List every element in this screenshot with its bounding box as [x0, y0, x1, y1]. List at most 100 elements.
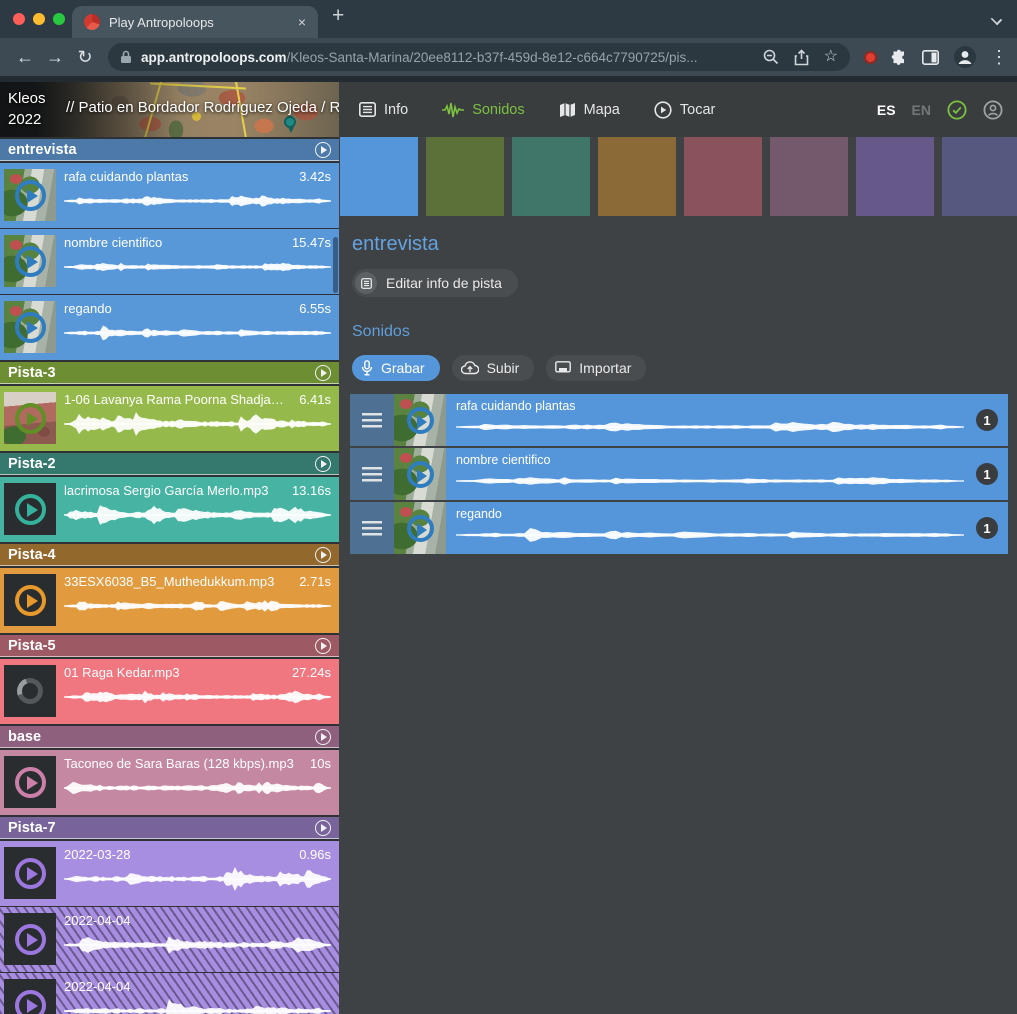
clip-thumbnail[interactable] — [4, 665, 56, 717]
side-panel-icon[interactable] — [922, 50, 939, 65]
edit-track-info-button[interactable]: Editar info de pista — [352, 269, 518, 297]
import-button[interactable]: Importar — [546, 355, 646, 381]
waveform[interactable] — [64, 188, 331, 214]
sound-thumbnail[interactable] — [394, 502, 446, 554]
tab-mapa[interactable]: Mapa — [559, 102, 620, 118]
tab-tocar[interactable]: Tocar — [654, 101, 715, 119]
minimize-window-button[interactable] — [33, 13, 45, 25]
sidebar-scrollbar[interactable] — [333, 237, 338, 293]
track-header[interactable]: Pista-7 — [0, 817, 339, 839]
clip-thumbnail[interactable] — [4, 169, 56, 221]
clip-thumbnail[interactable] — [4, 483, 56, 535]
play-overlay-icon[interactable] — [407, 461, 434, 488]
record-button[interactable]: Grabar — [352, 355, 440, 381]
track-header[interactable]: base — [0, 726, 339, 748]
audio-clip[interactable]: lacrimosa Sergio García Merlo.mp313.16s — [0, 477, 339, 542]
clip-thumbnail[interactable] — [4, 979, 56, 1014]
clip-thumbnail[interactable] — [4, 301, 56, 353]
lang-en[interactable]: EN — [912, 102, 931, 118]
track-play-icon[interactable] — [315, 729, 331, 745]
audio-clip[interactable]: regando6.55s — [0, 295, 339, 360]
sound-row[interactable]: regando 1 — [350, 502, 1008, 554]
audio-clip[interactable]: rafa cuidando plantas3.42s — [0, 163, 339, 228]
track-header[interactable]: Pista-5 — [0, 635, 339, 657]
zoom-icon[interactable] — [763, 49, 779, 65]
audio-clip[interactable]: 1-06 Lavanya Rama Poorna Shadjam Rupak..… — [0, 386, 339, 451]
play-overlay-icon[interactable] — [15, 494, 46, 525]
address-bar[interactable]: app.antropoloops.com /Kleos-Santa-Marina… — [108, 43, 850, 71]
audio-clip[interactable]: 2022-03-280.96s — [0, 841, 339, 906]
play-overlay-icon[interactable] — [15, 990, 46, 1014]
track-tile[interactable] — [856, 137, 934, 216]
track-tile[interactable] — [770, 137, 848, 216]
waveform[interactable] — [64, 932, 331, 958]
new-tab-button[interactable]: + — [332, 4, 344, 28]
audio-clip[interactable]: 33ESX6038_B5_Muthedukkum.mp32.71s — [0, 568, 339, 633]
project-map-banner[interactable]: Kleos 2022 // Patio en Bordador Rodrígue… — [0, 82, 339, 137]
track-tile[interactable] — [942, 137, 1017, 216]
play-overlay-icon[interactable] — [15, 767, 46, 798]
sound-body[interactable]: regando 1 — [446, 502, 1008, 554]
drag-handle[interactable] — [350, 502, 394, 554]
waveform[interactable] — [64, 254, 331, 280]
app-logo[interactable]: Kleos 2022 — [8, 88, 46, 130]
track-header[interactable]: entrevista — [0, 139, 339, 161]
track-tile[interactable] — [512, 137, 590, 216]
track-tile-selected[interactable] — [340, 137, 418, 216]
back-button[interactable]: ← — [10, 42, 40, 72]
waveform[interactable] — [456, 415, 964, 439]
waveform[interactable] — [64, 320, 331, 346]
waveform[interactable] — [64, 593, 331, 619]
track-tile[interactable] — [684, 137, 762, 216]
check-circle-icon[interactable] — [947, 100, 967, 120]
track-play-icon[interactable] — [315, 638, 331, 654]
waveform[interactable] — [64, 866, 331, 892]
sound-row[interactable]: nombre cientifico 1 — [350, 448, 1008, 500]
extensions-icon[interactable] — [891, 49, 908, 66]
play-overlay-icon[interactable] — [407, 515, 434, 542]
play-overlay-icon[interactable] — [407, 407, 434, 434]
tab-info[interactable]: Info — [359, 102, 408, 118]
track-play-icon[interactable] — [315, 142, 331, 158]
bookmark-star-icon[interactable]: ☆ — [824, 49, 838, 65]
track-tile[interactable] — [598, 137, 676, 216]
record-extension-icon[interactable] — [864, 51, 877, 64]
upload-button[interactable]: Subir — [452, 355, 535, 381]
waveform[interactable] — [64, 411, 331, 437]
audio-clip-muted[interactable]: 2022-04-04 — [0, 973, 339, 1014]
track-play-icon[interactable] — [315, 820, 331, 836]
profile-icon[interactable] — [953, 45, 977, 69]
play-overlay-icon[interactable] — [15, 924, 46, 955]
play-overlay-icon[interactable] — [15, 312, 46, 343]
play-overlay-icon[interactable] — [15, 858, 46, 889]
track-tile[interactable] — [426, 137, 504, 216]
clip-thumbnail[interactable] — [4, 847, 56, 899]
sound-row[interactable]: rafa cuidando plantas 1 — [350, 394, 1008, 446]
play-overlay-icon[interactable] — [15, 180, 46, 211]
play-overlay-icon[interactable] — [15, 585, 46, 616]
sound-body[interactable]: nombre cientifico 1 — [446, 448, 1008, 500]
sound-thumbnail[interactable] — [394, 448, 446, 500]
browser-tab[interactable]: Play Antropoloops × — [72, 6, 318, 38]
sound-body[interactable]: rafa cuidando plantas 1 — [446, 394, 1008, 446]
track-header[interactable]: Pista-4 — [0, 544, 339, 566]
audio-clip[interactable]: 01 Raga Kedar.mp327.24s — [0, 659, 339, 724]
waveform[interactable] — [456, 523, 964, 547]
waveform[interactable] — [64, 998, 331, 1014]
drag-handle[interactable] — [350, 448, 394, 500]
reload-button[interactable]: ↻ — [70, 42, 100, 72]
account-circle-icon[interactable] — [983, 100, 1003, 120]
clip-thumbnail[interactable] — [4, 913, 56, 965]
track-header[interactable]: Pista-2 — [0, 453, 339, 475]
track-play-icon[interactable] — [315, 365, 331, 381]
play-overlay-icon[interactable] — [15, 403, 46, 434]
audio-clip-muted[interactable]: 2022-04-04 — [0, 907, 339, 972]
window-controls[interactable] — [13, 13, 65, 25]
lang-es[interactable]: ES — [877, 102, 896, 118]
play-overlay-icon[interactable] — [15, 246, 46, 277]
track-play-icon[interactable] — [315, 547, 331, 563]
audio-clip[interactable]: nombre cientifico15.47s — [0, 229, 339, 294]
share-icon[interactable] — [794, 49, 809, 66]
close-tab-icon[interactable]: × — [298, 14, 306, 30]
track-play-icon[interactable] — [315, 456, 331, 472]
